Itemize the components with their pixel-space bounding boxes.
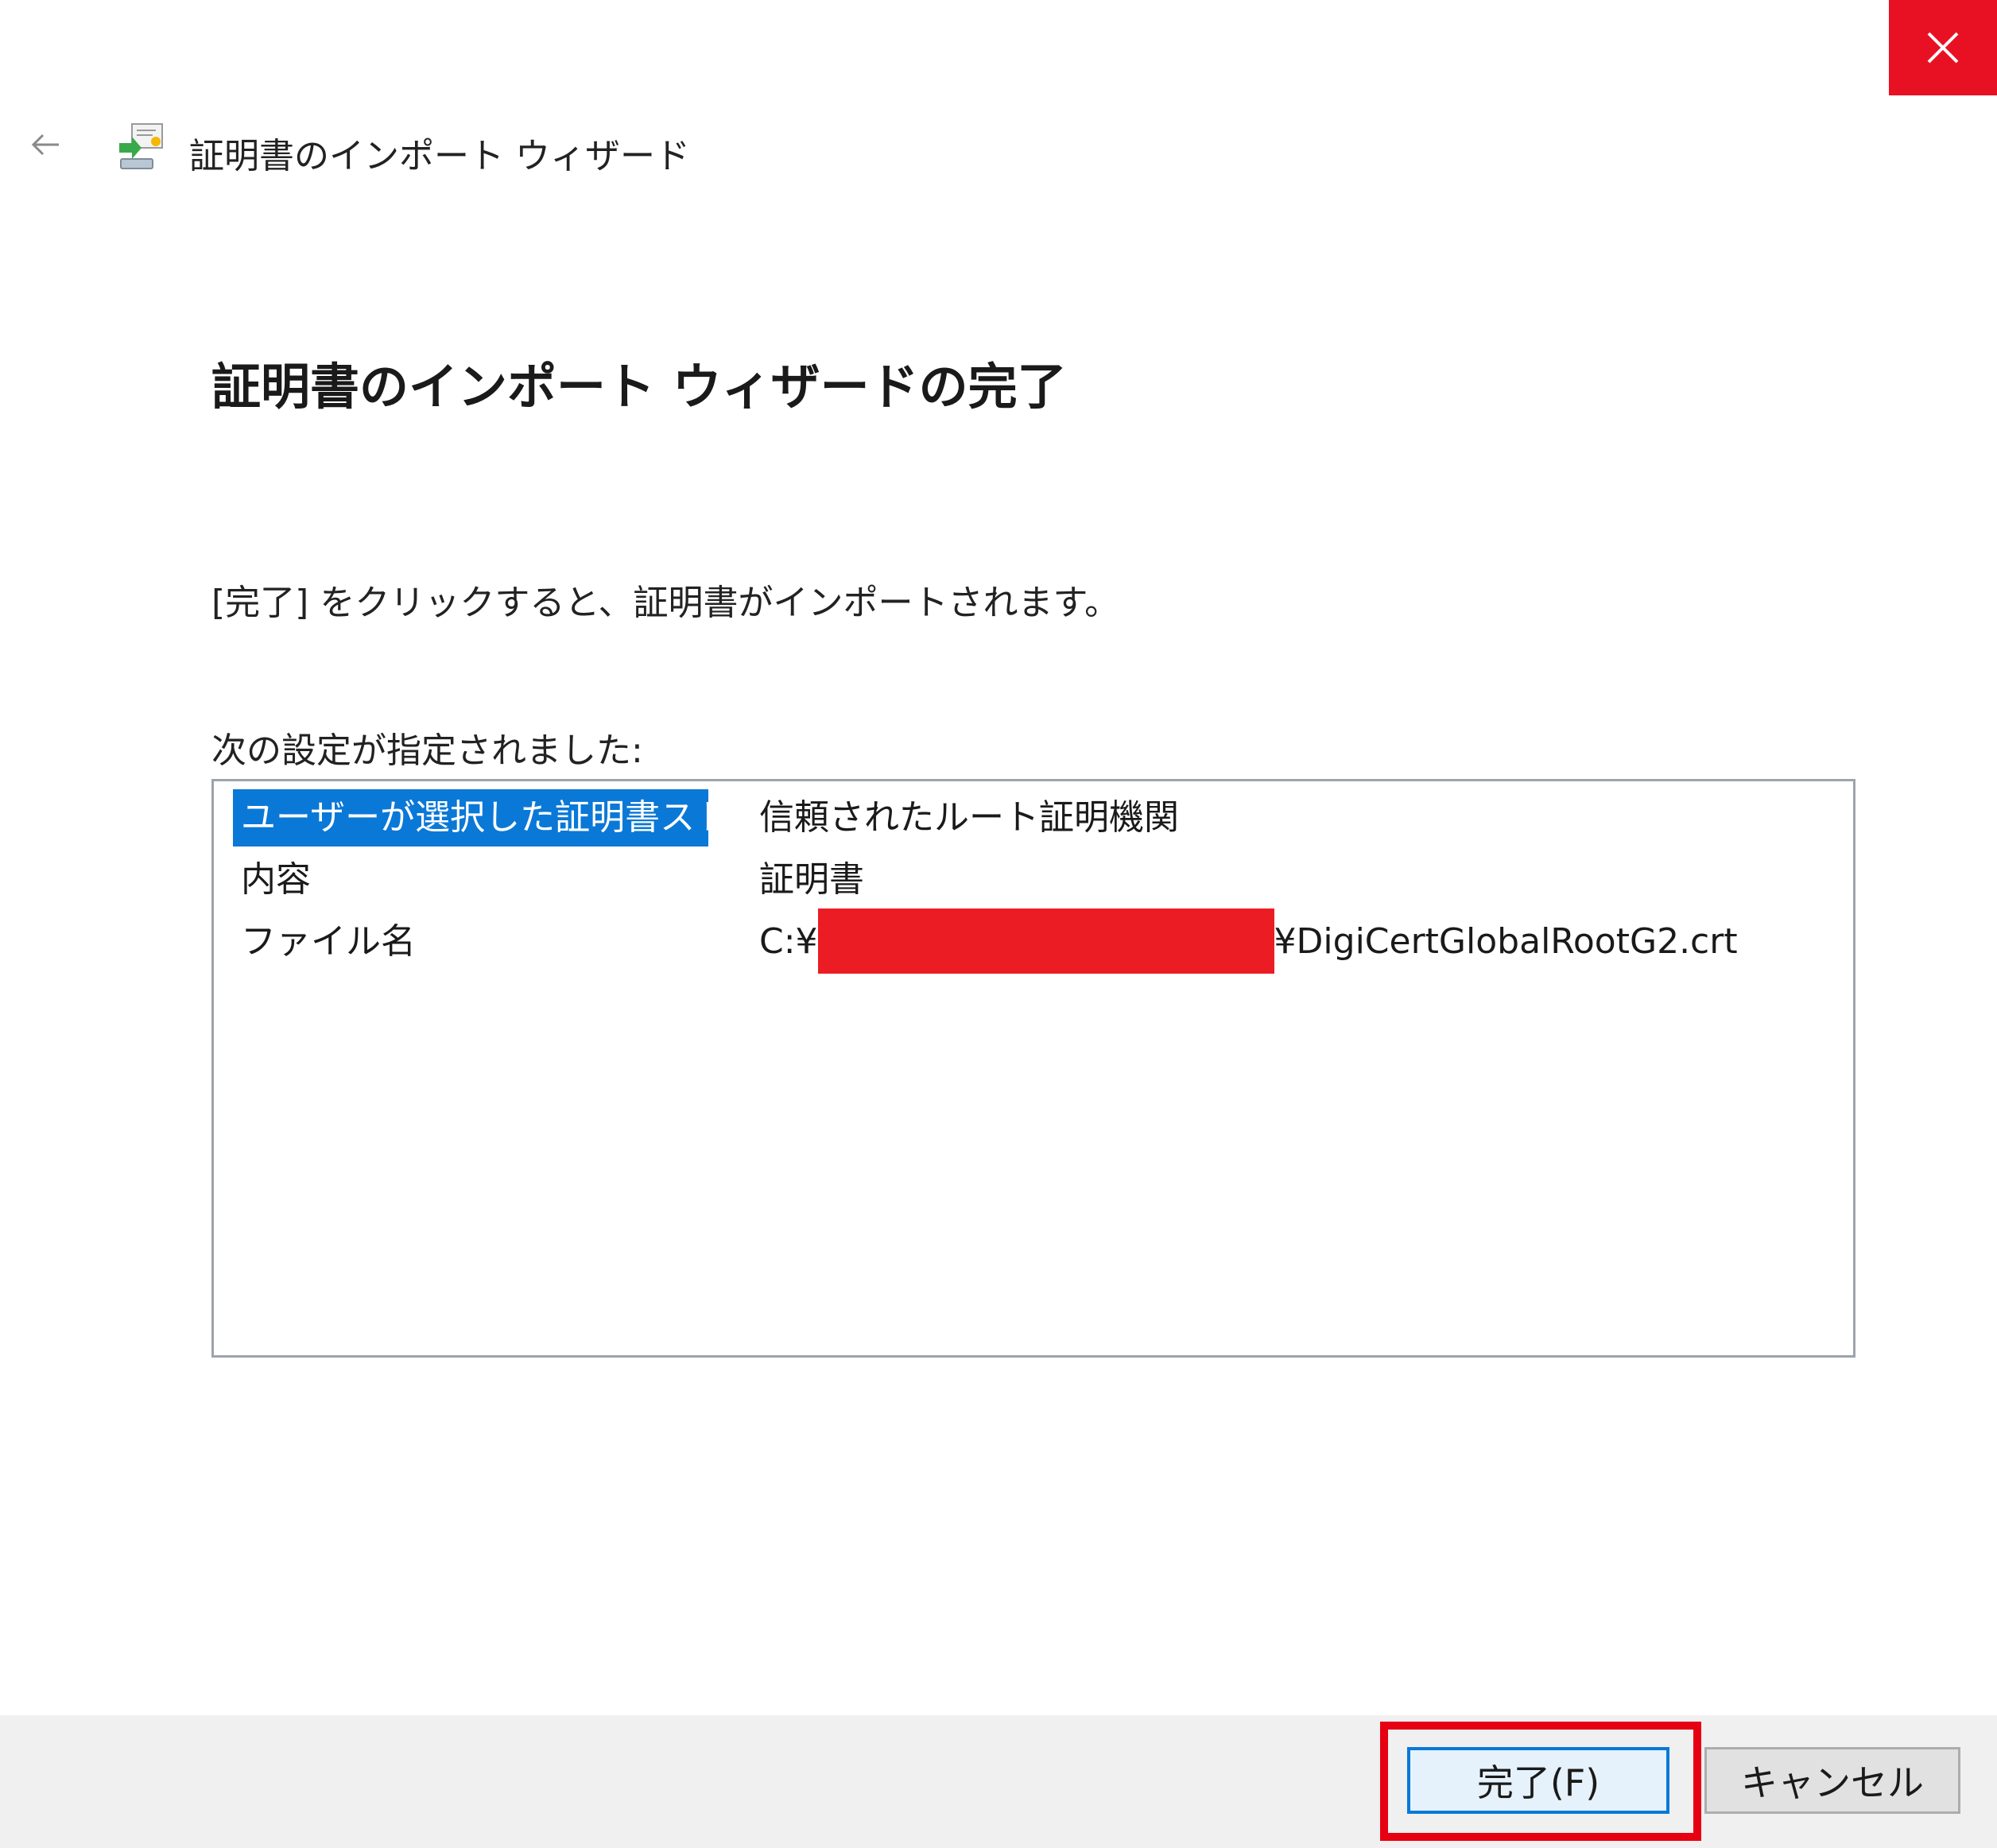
window-title: 証明書のインポート ウィザード xyxy=(189,136,690,176)
redaction-block xyxy=(817,909,1274,974)
file-path-suffix: ¥DigiCertGlobalRootG2.crt xyxy=(1274,921,1738,962)
wizard-window: 証明書のインポート ウィザード 証明書のインポート ウィザードの完了 [完了] … xyxy=(0,0,1997,1848)
list-item[interactable]: ファイル名 C:¥ ¥DigiCertGlobalRootG2.crt xyxy=(233,909,1823,974)
description-text: [完了] をクリックすると、証明書がインポートされます。 xyxy=(211,583,1120,623)
setting-value: C:¥ ¥DigiCertGlobalRootG2.crt xyxy=(759,909,1738,974)
setting-value: 証明書 xyxy=(759,859,864,900)
settings-label: 次の設定が指定されました: xyxy=(211,730,643,771)
back-button[interactable] xyxy=(29,127,64,162)
setting-key: ユーザーが選択した証明書ストア xyxy=(233,789,765,847)
close-button[interactable] xyxy=(1889,0,1997,95)
setting-key: ファイル名 xyxy=(241,921,416,962)
certificate-import-icon xyxy=(116,119,169,172)
setting-value: 信頼されたルート証明機関 xyxy=(759,797,1179,838)
highlight-annotation xyxy=(1380,1722,1701,1841)
back-arrow-icon xyxy=(31,134,59,156)
file-path-prefix: C:¥ xyxy=(759,921,818,962)
cancel-button[interactable]: キャンセル xyxy=(1704,1747,1960,1814)
setting-key: 内容 xyxy=(241,859,311,900)
list-item[interactable]: ユーザーが選択した証明書ストア 信頼されたルート証明機関 xyxy=(233,789,1823,847)
settings-list[interactable]: ユーザーが選択した証明書ストア 信頼されたルート証明機関 内容 証明書 ファイル… xyxy=(211,779,1855,1358)
close-icon xyxy=(1927,32,1959,64)
list-item[interactable]: 内容 証明書 xyxy=(233,851,1823,909)
page-heading: 証明書のインポート ウィザードの完了 xyxy=(211,358,1067,416)
